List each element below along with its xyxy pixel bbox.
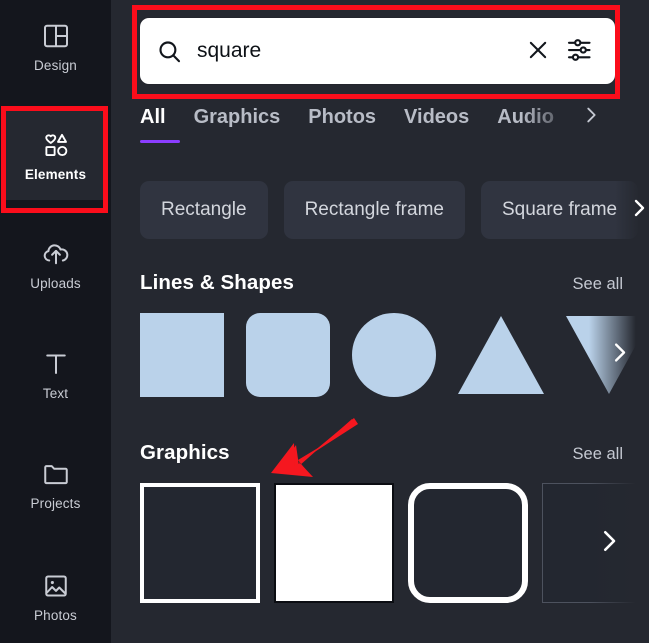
close-icon <box>525 37 551 66</box>
chevron-right-icon <box>580 104 602 131</box>
tab-videos[interactable]: Videos <box>390 106 483 129</box>
tabs-scroll-right-button[interactable] <box>578 104 604 130</box>
tab-all[interactable]: All <box>140 106 180 143</box>
chip-square-frame[interactable]: Square frame <box>480 181 639 239</box>
search-bar[interactable] <box>140 18 615 84</box>
search-input[interactable] <box>197 39 521 63</box>
section-title-lines-shapes: Lines & Shapes <box>140 271 295 294</box>
suggested-filter-chips: Rectangle Rectangle frame Square frame <box>140 181 649 239</box>
section-title-graphics: Graphics <box>140 441 230 464</box>
tab-photos[interactable]: Photos <box>294 106 390 129</box>
rounded-square-shape[interactable] <box>246 313 330 397</box>
sidebar-item-uploads[interactable]: Uploads <box>3 220 108 309</box>
sidebar-label-projects: Projects <box>30 495 81 511</box>
sidebar-label-text: Text <box>42 385 69 401</box>
tab-graphics[interactable]: Graphics <box>180 106 295 129</box>
sidebar-item-photos[interactable]: Photos <box>3 552 108 641</box>
see-all-lines-shapes[interactable]: See all <box>573 275 623 294</box>
square-outline-graphic[interactable] <box>140 483 260 603</box>
sidebar-label-elements: Elements <box>24 166 87 182</box>
chevron-right-icon <box>594 526 624 561</box>
filter-sliders-icon <box>565 35 595 68</box>
section-header-graphics: Graphics See all <box>140 441 623 465</box>
result-category-tabs: All Graphics Photos Videos Audio <box>111 106 649 150</box>
search-filters-button[interactable] <box>563 34 597 68</box>
design-icon <box>41 21 71 51</box>
rounded-square-outline-graphic[interactable] <box>408 483 528 603</box>
see-all-graphics[interactable]: See all <box>573 445 623 464</box>
chip-rectangle-frame[interactable]: Rectangle frame <box>283 181 465 239</box>
lines-shapes-row <box>140 308 649 402</box>
photos-icon <box>41 571 71 601</box>
sidebar-item-elements[interactable]: Elements <box>3 111 108 200</box>
section-header-lines-shapes: Lines & Shapes See all <box>140 271 623 295</box>
uploads-icon <box>41 239 71 269</box>
chip-rectangle[interactable]: Rectangle <box>140 181 268 239</box>
chevron-right-icon <box>627 196 649 225</box>
search-icon <box>156 38 183 65</box>
circle-shape[interactable] <box>352 313 436 397</box>
sidebar-label-photos: Photos <box>34 607 77 623</box>
sidebar-label-uploads: Uploads <box>30 275 81 291</box>
sidebar-item-text[interactable]: Text <box>3 330 108 419</box>
projects-icon <box>41 459 71 489</box>
text-icon <box>41 349 71 379</box>
tab-audio[interactable]: Audio <box>483 106 568 129</box>
sidebar-label-design: Design <box>34 57 77 73</box>
sidebar-item-design[interactable]: Design <box>3 2 108 91</box>
graphics-row <box>140 481 649 605</box>
lines-shapes-scroll-right-button[interactable] <box>605 341 633 369</box>
square-shape[interactable] <box>140 313 224 397</box>
clear-search-button[interactable] <box>521 34 555 68</box>
left-sidebar-rail: Design Elements Uploads Text Projects Ph… <box>0 0 111 643</box>
elements-search-panel: All Graphics Photos Videos Audio Rectang… <box>111 0 649 643</box>
elements-icon <box>41 130 71 160</box>
sidebar-item-projects[interactable]: Projects <box>3 440 108 529</box>
chevron-right-icon <box>606 339 633 371</box>
canva-editor-window: Design Elements Uploads Text Projects Ph… <box>0 0 649 643</box>
chips-scroll-right-button[interactable] <box>627 198 649 222</box>
square-solid-white-graphic[interactable] <box>274 483 394 603</box>
graphics-scroll-right-button[interactable] <box>595 529 623 557</box>
triangle-shape[interactable] <box>458 316 544 394</box>
